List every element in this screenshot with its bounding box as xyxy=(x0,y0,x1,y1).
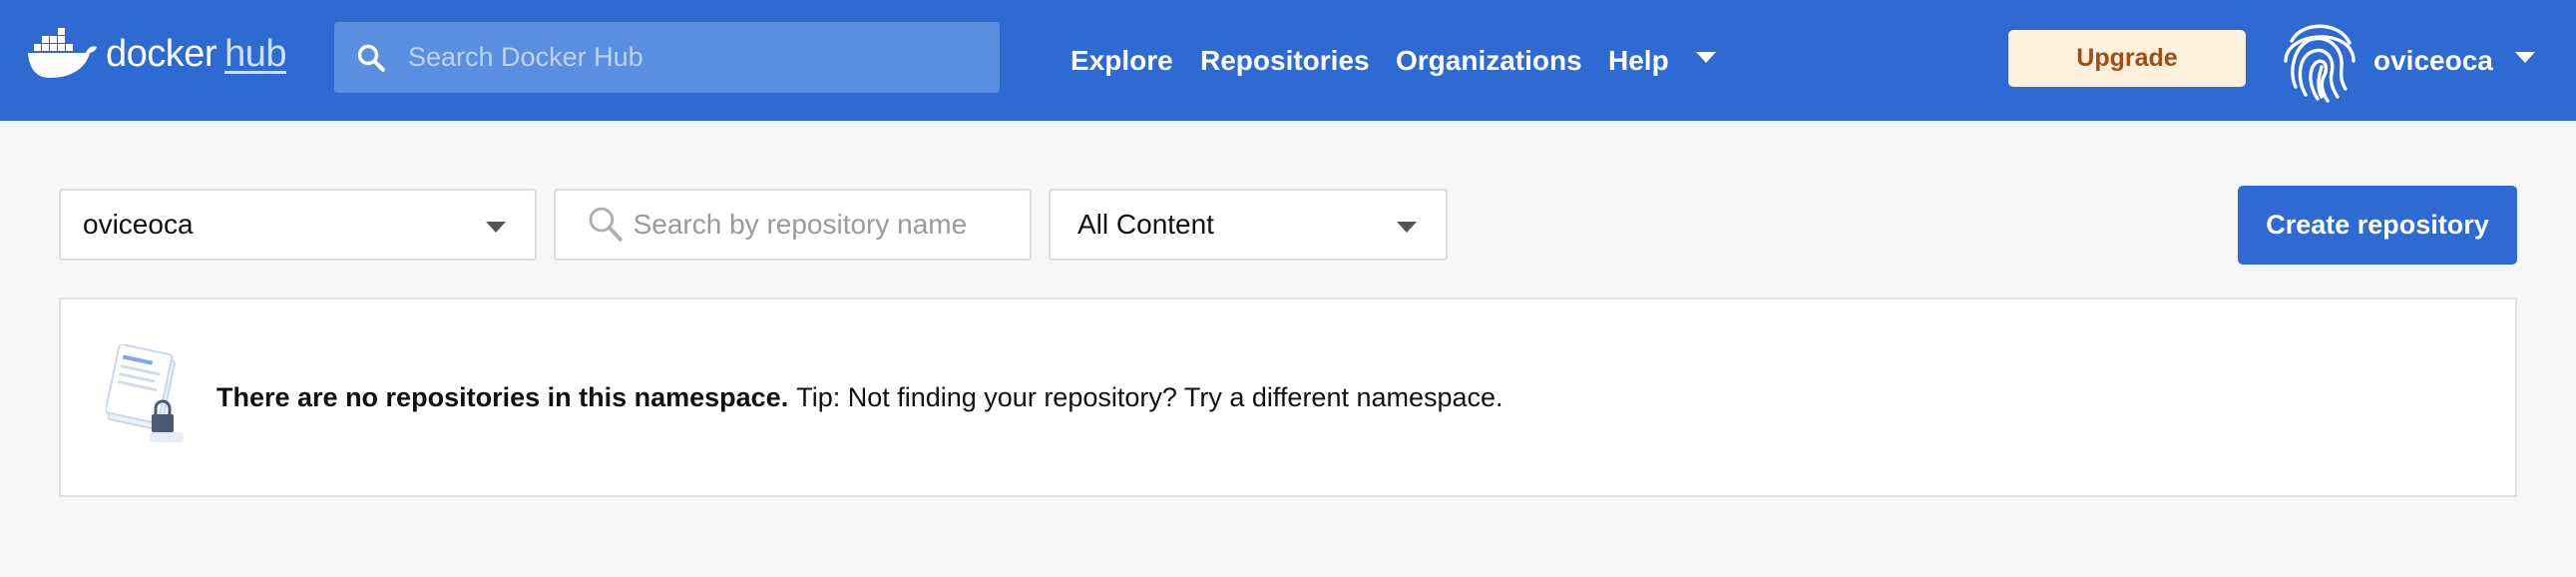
global-search-input[interactable] xyxy=(406,41,969,74)
repository-search-input[interactable] xyxy=(631,208,1030,242)
logo-wordmark: docker hub xyxy=(106,33,286,76)
docker-hub-logo[interactable]: docker hub xyxy=(26,26,286,82)
account-chevron-down-icon[interactable] xyxy=(2514,51,2536,65)
logo-hub-text: hub xyxy=(224,32,286,75)
content-filter-select[interactable]: All Content xyxy=(1049,189,1448,261)
fingerprint-icon[interactable] xyxy=(2278,17,2361,103)
nav-explore-label: Explore xyxy=(1071,44,1173,76)
search-icon xyxy=(357,44,385,72)
nav-organizations[interactable]: Organizations xyxy=(1396,0,1582,121)
namespace-select-value: oviceoca xyxy=(83,209,194,240)
upgrade-button[interactable]: Upgrade xyxy=(2008,30,2246,87)
global-search[interactable] xyxy=(334,22,1000,93)
namespace-select[interactable]: oviceoca xyxy=(59,189,537,261)
account-username-label: oviceoca xyxy=(2373,44,2493,76)
nav-help-label: Help xyxy=(1608,44,1669,76)
repository-search[interactable] xyxy=(554,189,1032,261)
chevron-down-icon xyxy=(1397,222,1417,233)
chevron-down-icon xyxy=(486,222,506,233)
docker-whale-icon xyxy=(28,28,97,78)
nav-organizations-label: Organizations xyxy=(1396,44,1582,76)
search-icon xyxy=(589,207,623,242)
top-navbar: dockerhub Explore Repositories Organizat… xyxy=(0,0,2576,121)
account-username[interactable]: oviceoca xyxy=(2373,0,2493,121)
nav-repositories-label: Repositories xyxy=(1200,44,1370,76)
empty-state-card: There are no repositories in this namesp… xyxy=(59,297,2517,497)
nav-repositories[interactable]: Repositories xyxy=(1200,0,1370,121)
content-filter-value: All Content xyxy=(1077,209,1214,240)
help-chevron-down-icon[interactable] xyxy=(1695,51,1717,65)
logo-docker-text: docker xyxy=(106,32,217,75)
locked-repository-illustration-icon xyxy=(106,344,184,442)
empty-state-message: There are no repositories in this namesp… xyxy=(216,299,1503,495)
create-repository-button[interactable]: Create repository xyxy=(2238,186,2517,265)
nav-explore[interactable]: Explore xyxy=(1071,0,1173,121)
empty-state-tip: Tip: Not finding your repository? Try a … xyxy=(796,381,1503,412)
empty-state-title: There are no repositories in this namesp… xyxy=(216,381,789,412)
nav-help[interactable]: Help xyxy=(1608,0,1669,121)
